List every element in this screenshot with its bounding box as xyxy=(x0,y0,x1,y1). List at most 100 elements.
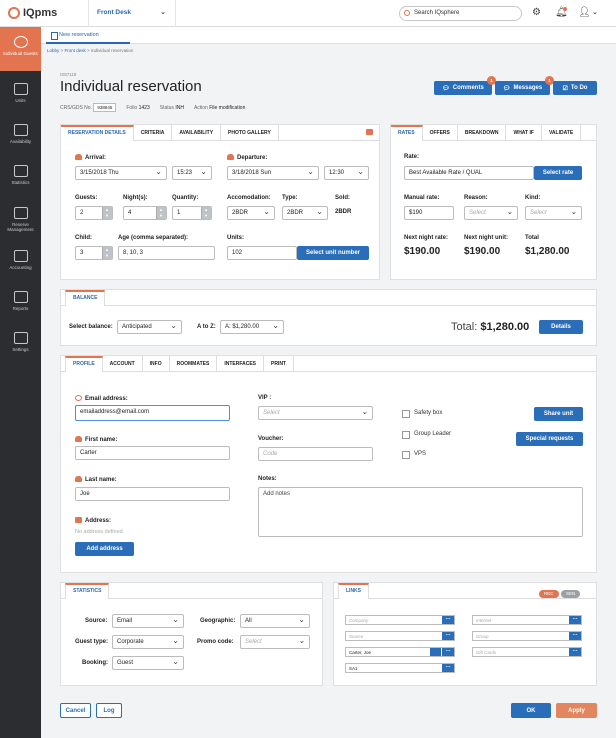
tab-interfaces[interactable]: INTERFACES xyxy=(217,356,264,372)
link-sa1[interactable]: SA1… xyxy=(345,663,455,673)
comments-button[interactable]: 💬︎ Comments 1 xyxy=(434,76,496,95)
a-to-z-select[interactable]: A: $1,280.00 xyxy=(220,320,284,334)
ok-button[interactable]: OK xyxy=(511,703,551,718)
link-internet[interactable]: Internet… xyxy=(472,615,582,625)
bar-chart-icon[interactable] xyxy=(430,648,441,656)
select-rate-button[interactable]: Select rate xyxy=(534,166,582,180)
messages-button[interactable]: 💬︎ Messages 1 xyxy=(495,76,554,95)
tab-what-if[interactable]: WHAT IF xyxy=(506,125,542,141)
tab-reservation-details[interactable]: RESERVATION DETAILS xyxy=(61,125,134,141)
more-icon[interactable]: … xyxy=(442,632,454,640)
type-select[interactable]: 2BDR xyxy=(282,206,328,220)
tab-availability[interactable]: AVAILABILITY xyxy=(172,125,222,141)
share-unit-button[interactable]: Share unit xyxy=(534,407,583,421)
tab-links[interactable]: LINKS xyxy=(338,583,369,599)
stepper-arrows-icon[interactable] xyxy=(201,207,211,219)
departure-date-select[interactable]: 3/18/2018 Sun xyxy=(227,166,319,180)
cancel-button[interactable]: Cancel xyxy=(60,703,91,718)
tab-breakdown[interactable]: BREAKDOWN xyxy=(458,125,507,141)
source-select[interactable]: Email xyxy=(112,614,184,628)
manual-rate-input[interactable]: $190 xyxy=(404,206,454,220)
tab-offers[interactable]: OFFERS xyxy=(423,125,458,141)
sidebar-item-settings[interactable]: Settings xyxy=(0,327,41,367)
special-requests-button[interactable]: Special requests xyxy=(516,432,583,446)
booking-select[interactable]: Guest xyxy=(112,656,184,670)
more-icon[interactable]: … xyxy=(569,616,581,624)
accommodation-select[interactable]: 2BDR xyxy=(227,206,275,220)
link-gift-cards[interactable]: Gift Cards… xyxy=(472,647,582,657)
tab-account[interactable]: ACCOUNT xyxy=(103,356,143,372)
todo-button[interactable]: ☑ To Do xyxy=(553,81,597,95)
balance-select[interactable]: Anticipated xyxy=(117,320,182,334)
add-address-button[interactable]: Add address xyxy=(75,542,134,556)
vip-select[interactable]: Select xyxy=(258,406,373,420)
tab-balance[interactable]: BALANCE xyxy=(65,290,106,306)
tab-new-reservation[interactable]: New reservation xyxy=(46,27,130,44)
link-company[interactable]: Company… xyxy=(345,615,455,625)
tab-print[interactable]: PRINT xyxy=(264,356,294,372)
rec-badge[interactable]: REC xyxy=(539,590,559,598)
group-leader-checkbox[interactable] xyxy=(402,431,410,439)
child-stepper[interactable]: 3 xyxy=(75,246,113,260)
sidebar-item-accounting[interactable]: Accounting xyxy=(0,245,41,285)
link-guest[interactable]: Carter, Joe… xyxy=(345,647,455,657)
details-button[interactable]: Details xyxy=(539,320,583,334)
sidebar-item-units[interactable]: Units xyxy=(0,78,41,118)
vps-checkbox[interactable] xyxy=(402,451,410,459)
voucher-input[interactable]: Code xyxy=(258,447,373,461)
sidebar-item-availability[interactable]: Availability xyxy=(0,119,41,159)
guests-stepper[interactable]: 2 xyxy=(75,206,113,220)
more-icon[interactable]: … xyxy=(569,632,581,640)
more-icon[interactable]: … xyxy=(442,616,454,624)
last-name-field[interactable]: Joe xyxy=(75,487,230,501)
tab-statistics[interactable]: STATISTICS xyxy=(65,583,110,599)
departure-time-select[interactable]: 12:30 xyxy=(324,166,369,180)
first-name-field[interactable]: Carter xyxy=(75,446,230,460)
desk-dropdown[interactable]: Front Desk ⌄ xyxy=(88,0,176,27)
sidebar-item-reports[interactable]: Reports xyxy=(0,286,41,326)
notes-textarea[interactable]: Add notes xyxy=(258,487,583,537)
link-source[interactable]: Source… xyxy=(345,631,455,641)
tab-photo-gallery[interactable]: PHOTO GALLERY xyxy=(221,125,279,141)
more-icon[interactable]: … xyxy=(442,664,454,672)
stepper-arrows-icon[interactable] xyxy=(156,207,166,219)
sidebar-item-statistics[interactable]: Statistics xyxy=(0,160,41,200)
safety-box-checkbox[interactable] xyxy=(402,410,410,418)
guest-type-select[interactable]: Corporate xyxy=(112,635,184,649)
apply-button[interactable]: Apply xyxy=(556,703,597,718)
quantity-stepper[interactable]: 1 xyxy=(172,206,212,220)
kind-select[interactable]: Select xyxy=(525,206,582,220)
lock-icon[interactable] xyxy=(366,129,373,135)
select-unit-button[interactable]: Select unit number xyxy=(297,246,369,260)
sen-badge[interactable]: SEN xyxy=(561,590,581,598)
rate-input[interactable]: Best Available Rate / QUAL xyxy=(404,166,534,180)
more-icon[interactable]: … xyxy=(442,648,454,656)
link-group[interactable]: Group… xyxy=(472,631,582,641)
search-input[interactable]: Search IQsphere xyxy=(399,6,522,21)
more-icon[interactable]: … xyxy=(569,648,581,656)
chevron-down-icon[interactable]: ⌄ xyxy=(592,8,598,16)
tab-roommates[interactable]: ROOMMATES xyxy=(170,356,218,372)
nights-stepper[interactable]: 4 xyxy=(123,206,167,220)
sidebar-item-reserve-management[interactable]: Reserve Management xyxy=(0,202,41,242)
promo-code-select[interactable]: Select xyxy=(240,635,310,649)
email-field[interactable]: emailaddress@email.com xyxy=(75,405,230,421)
sidebar-item-individual-guests[interactable]: Individual Guests xyxy=(0,27,41,71)
tab-rates[interactable]: RATES xyxy=(391,125,423,141)
geographic-select[interactable]: All xyxy=(240,614,310,628)
arrival-time-select[interactable]: 15:23 xyxy=(172,166,212,180)
arrival-date-select[interactable]: 3/15/2018 Thu xyxy=(75,166,167,180)
app-logo[interactable]: IQpms xyxy=(8,7,57,19)
user-icon[interactable]: 👤︎ xyxy=(578,7,591,18)
units-input[interactable]: 102 xyxy=(227,246,297,260)
reason-select[interactable]: Select xyxy=(464,206,518,220)
stepper-arrows-icon[interactable] xyxy=(102,207,112,219)
log-button[interactable]: Log xyxy=(96,703,122,718)
tab-info[interactable]: INFO xyxy=(143,356,170,372)
gear-icon[interactable]: ⚙ xyxy=(532,7,541,18)
tab-criteria[interactable]: CRITERIA xyxy=(134,125,173,141)
ages-input[interactable]: 8, 10, 3 xyxy=(118,246,215,260)
tab-profile[interactable]: PROFILE xyxy=(65,356,103,372)
tab-validate[interactable]: VALIDATE xyxy=(542,125,582,141)
stepper-arrows-icon[interactable] xyxy=(102,247,112,259)
